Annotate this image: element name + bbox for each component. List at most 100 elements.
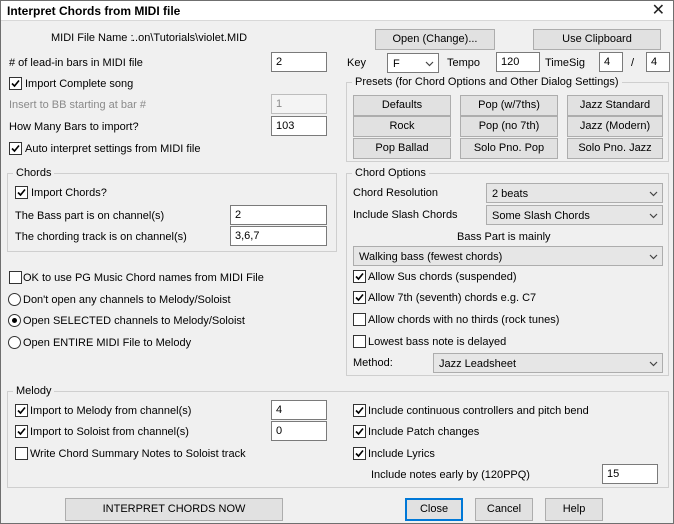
allow-7th-label: Allow 7th (seventh) chords e.g. C7 [368,292,537,304]
continuous-controllers-label: Include continuous controllers and pitch… [368,405,589,417]
auto-interpret-checkbox[interactable] [9,142,22,155]
chevron-down-icon [649,213,658,219]
radio-open-entire-label: Open ENTIRE MIDI File to Melody [23,337,192,349]
chords-title: Chords [13,166,55,180]
import-melody-label: Import to Melody from channel(s) [30,405,192,417]
import-soloist-checkbox[interactable] [15,425,28,438]
help-button[interactable]: Help [545,498,603,521]
close-button[interactable]: Close [405,498,463,521]
import-soloist-label: Import to Soloist from channel(s) [30,426,189,438]
chording-channel-label: The chording track is on channel(s) [15,231,187,243]
timesig-denominator-input[interactable]: 4 [646,52,670,72]
radio-dont-open-label: Don't open any channels to Melody/Solois… [23,294,231,306]
preset-solo-pno-pop-button[interactable]: Solo Pno. Pop [460,138,558,159]
how-many-bars-input[interactable]: 103 [271,116,327,136]
chevron-down-icon [649,191,658,197]
radio-open-selected[interactable] [8,314,21,327]
chevron-down-icon [649,361,658,367]
leadin-label: # of lead-in bars in MIDI file [9,57,143,69]
allow-no-thirds-checkbox[interactable] [353,313,366,326]
key-value: F [393,58,400,70]
import-chords-checkbox[interactable] [15,186,28,199]
checkmark-icon [355,293,364,302]
bass-channel-input[interactable]: 2 [230,205,327,225]
method-select[interactable]: Jazz Leadsheet [433,353,663,373]
checkmark-icon [11,144,20,153]
notes-early-input[interactable]: 15 [602,464,658,484]
chord-resolution-value: 2 beats [492,188,529,200]
radio-selected-dot [12,318,17,323]
radio-open-selected-label: Open SELECTED channels to Melody/Soloist [23,315,245,327]
checkmark-icon [11,79,20,88]
method-label: Method: [353,357,393,369]
chevron-down-icon [425,61,434,67]
melody-title: Melody [13,384,55,398]
lowest-bass-delayed-checkbox[interactable] [353,335,366,348]
allow-sus-label: Allow Sus chords (suspended) [368,271,517,283]
insert-bar-label: Insert to BB starting at bar # [9,99,146,111]
use-clipboard-button[interactable]: Use Clipboard [533,29,661,50]
key-label: Key [347,57,366,69]
include-lyrics-label: Include Lyrics [368,448,435,460]
checkmark-icon [355,449,364,458]
method-value: Jazz Leadsheet [439,358,517,370]
preset-defaults-button[interactable]: Defaults [353,95,451,116]
slash-chords-select[interactable]: Some Slash Chords [486,205,663,225]
chording-channel-input[interactable]: 3,6,7 [230,226,327,246]
how-many-bars-label: How Many Bars to import? [9,121,139,133]
tempo-input[interactable]: 120 [496,52,540,72]
import-complete-checkbox[interactable] [9,77,22,90]
bass-mainly-select[interactable]: Walking bass (fewest chords) [353,246,663,266]
open-change-button[interactable]: Open (Change)... [375,29,495,50]
cancel-button[interactable]: Cancel [475,498,533,521]
allow-sus-checkbox[interactable] [353,270,366,283]
import-soloist-channel-input[interactable]: 0 [271,421,327,441]
presets-title: Presets (for Chord Options and Other Dia… [352,75,622,89]
chord-resolution-select[interactable]: 2 beats [486,183,663,203]
patch-changes-checkbox[interactable] [353,425,366,438]
checkmark-icon [17,427,26,436]
interpret-chords-now-button[interactable]: INTERPRET CHORDS NOW [65,498,283,521]
import-melody-channel-input[interactable]: 4 [271,400,327,420]
timesig-slash: / [631,57,635,69]
allow-no-thirds-label: Allow chords with no thirds (rock tunes) [368,314,560,326]
write-summary-checkbox[interactable] [15,447,28,460]
midi-file-name-label: MIDI File Name : [51,32,134,44]
continuous-controllers-checkbox[interactable] [353,404,366,417]
midi-file-path: ..on\Tutorials\violet.MID [132,32,248,44]
chord-options-title: Chord Options [352,166,429,180]
slash-chords-value: Some Slash Chords [492,210,590,222]
window-title: Interpret Chords from MIDI file [7,4,181,18]
preset-rock-button[interactable]: Rock [353,116,451,137]
notes-early-label: Include notes early by (120PPQ) [371,469,530,481]
preset-solo-pno-jazz-button[interactable]: Solo Pno. Jazz [567,138,663,159]
radio-dont-open[interactable] [8,293,21,306]
preset-pop-no7th-button[interactable]: Pop (no 7th) [460,116,558,137]
close-icon[interactable]: ✕ [652,1,665,21]
leadin-input[interactable]: 2 [271,52,327,72]
preset-jazz-standard-button[interactable]: Jazz Standard [567,95,663,116]
key-select[interactable]: F [387,53,439,73]
title-bar: Interpret Chords from MIDI file ✕ [1,1,673,21]
chord-resolution-label: Chord Resolution [353,187,438,199]
timesig-label: TimeSig [545,57,585,69]
preset-pop-ballad-button[interactable]: Pop Ballad [353,138,451,159]
lowest-bass-delayed-label: Lowest bass note is delayed [368,336,507,348]
preset-pop-7ths-button[interactable]: Pop (w/7ths) [460,95,558,116]
patch-changes-label: Include Patch changes [368,426,480,438]
insert-bar-input: 1 [271,94,327,114]
preset-jazz-modern-button[interactable]: Jazz (Modern) [567,116,663,137]
write-summary-label: Write Chord Summary Notes to Soloist tra… [30,448,246,460]
allow-7th-checkbox[interactable] [353,291,366,304]
timesig-numerator-input[interactable]: 4 [599,52,623,72]
bass-mainly-value: Walking bass (fewest chords) [359,251,503,263]
pg-chord-names-label: OK to use PG Music Chord names from MIDI… [23,272,264,284]
slash-chords-label: Include Slash Chords [353,209,458,221]
checkmark-icon [17,406,26,415]
pg-chord-names-checkbox[interactable] [9,271,22,284]
include-lyrics-checkbox[interactable] [353,447,366,460]
import-melody-checkbox[interactable] [15,404,28,417]
import-chords-label: Import Chords? [31,187,107,199]
auto-interpret-label: Auto interpret settings from MIDI file [25,143,201,155]
radio-open-entire[interactable] [8,336,21,349]
